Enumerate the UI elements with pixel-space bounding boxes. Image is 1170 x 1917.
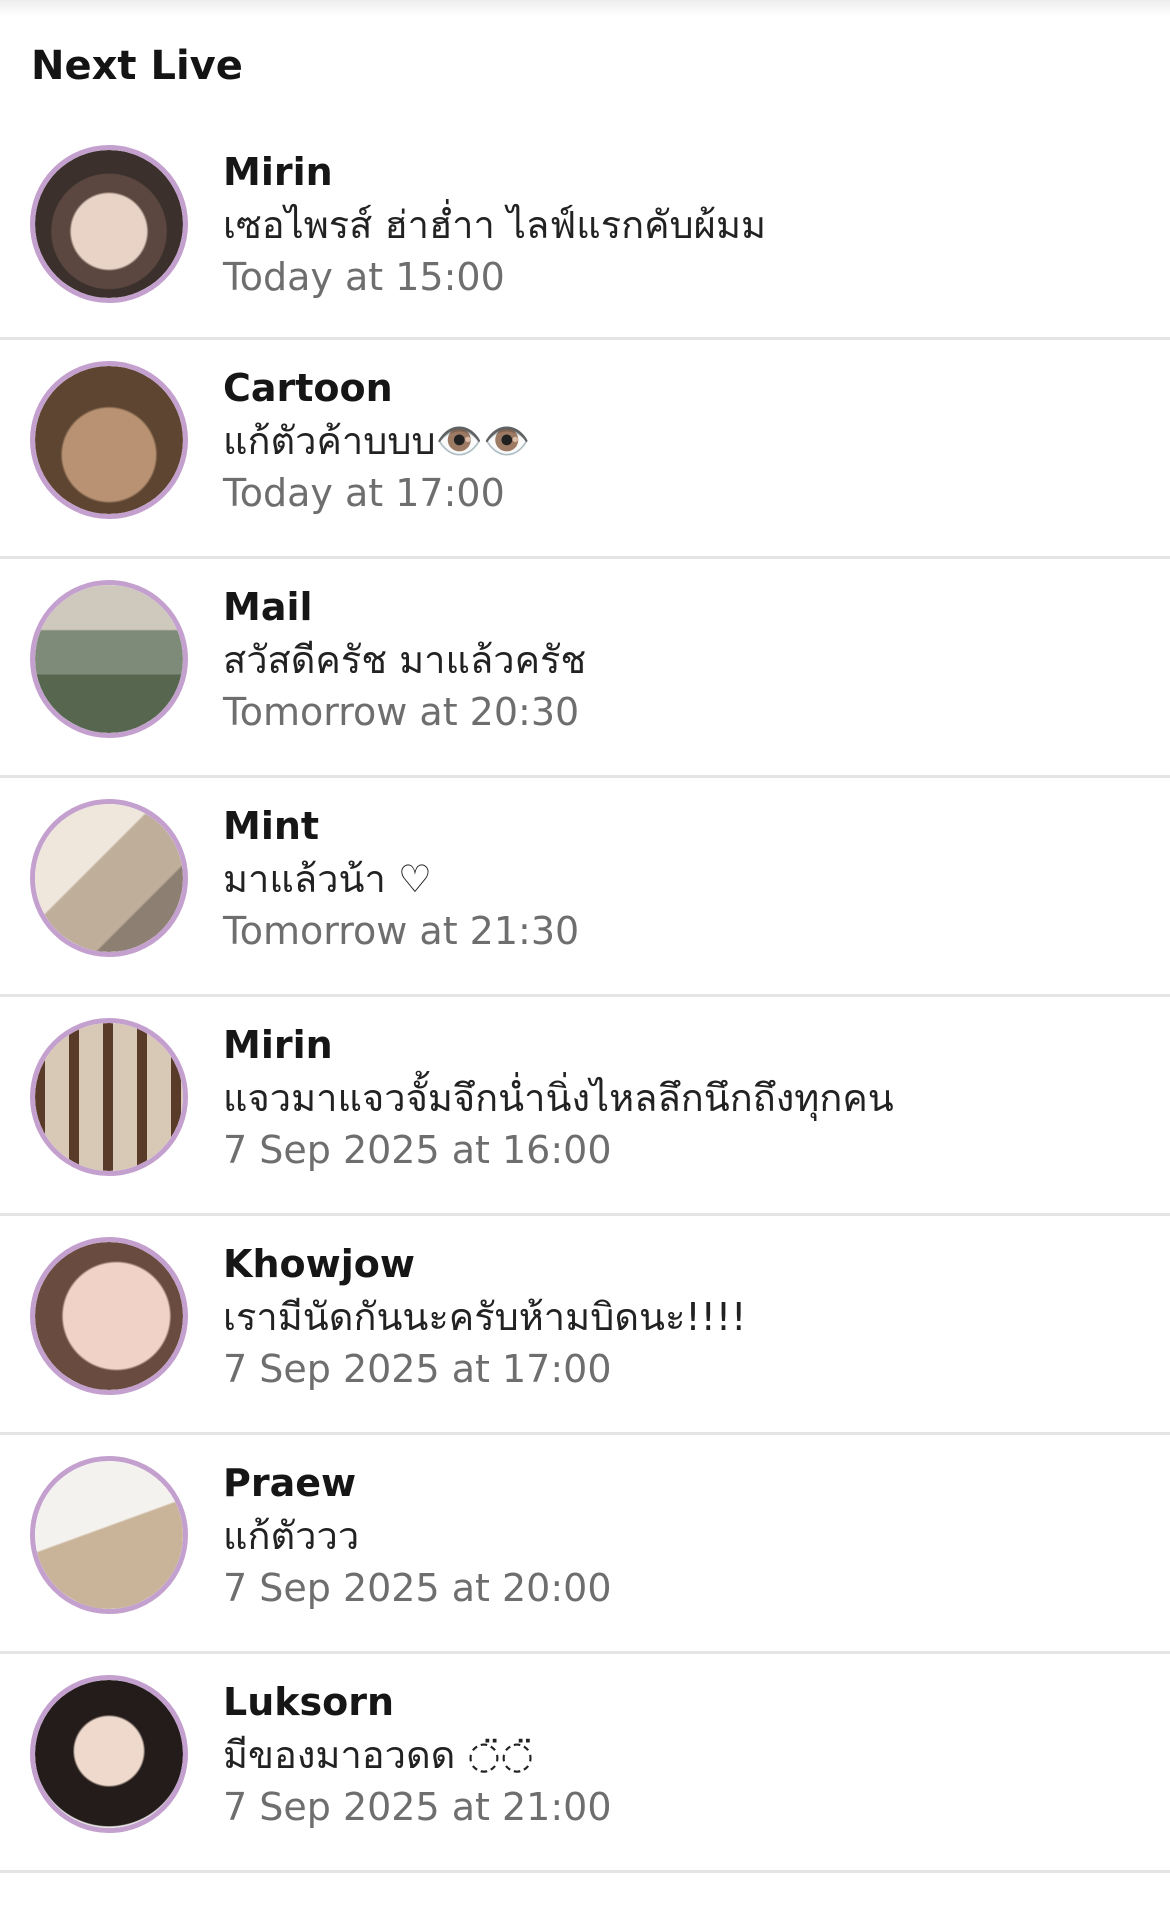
live-time: 7 Sep 2025 at 20:00 — [223, 1566, 612, 1610]
live-time: Today at 15:00 — [223, 255, 505, 299]
avatar-photo — [35, 585, 183, 733]
avatar[interactable] — [30, 1237, 188, 1395]
streamer-name: Mirin — [223, 1023, 333, 1067]
section-title: Next Live — [31, 43, 243, 89]
live-list-item[interactable]: Mail สวัสดีครัช มาแล้วครัช Tomorrow at 2… — [0, 559, 1170, 778]
live-list-item[interactable]: Luksorn มีของมาอวดด ◌̈◌̈ 7 Sep 2025 at 2… — [0, 1654, 1170, 1873]
streamer-name: Khowjow — [223, 1242, 415, 1286]
avatar[interactable] — [30, 799, 188, 957]
top-bar-shadow — [0, 0, 1170, 16]
avatar-photo — [35, 366, 183, 514]
avatar[interactable] — [30, 1018, 188, 1176]
live-time: Tomorrow at 21:30 — [223, 909, 580, 953]
streamer-name: Praew — [223, 1461, 357, 1505]
live-message: แก้ตัววว — [223, 1514, 360, 1558]
live-message: แก้ตัวค้าบบบ👁️👁️ — [223, 419, 531, 463]
avatar-photo — [35, 1461, 183, 1609]
live-message: แจวมาแจวจั้มจึกน่ำนิ่งไหลลึกนึกถึงทุกคน — [223, 1076, 894, 1120]
live-time: 7 Sep 2025 at 16:00 — [223, 1128, 612, 1172]
live-message: มีของมาอวดด ◌̈◌̈ — [223, 1733, 534, 1777]
live-list-item[interactable]: Praew แก้ตัววว 7 Sep 2025 at 20:00 — [0, 1435, 1170, 1654]
avatar-photo — [35, 1680, 183, 1828]
live-list-item[interactable]: Mirin เซอไพรส์ ฮ่าฮ่ำา ไลฟ์แรกคับผ้มม To… — [0, 124, 1170, 340]
avatar-photo — [35, 804, 183, 952]
live-list-item[interactable]: Mirin แจวมาแจวจั้มจึกน่ำนิ่งไหลลึกนึกถึง… — [0, 997, 1170, 1216]
live-time: Today at 17:00 — [223, 471, 505, 515]
live-time: Tomorrow at 20:30 — [223, 690, 580, 734]
avatar-photo — [35, 1242, 183, 1390]
live-list-item[interactable]: Mint มาแล้วน้า ♡ Tomorrow at 21:30 — [0, 778, 1170, 997]
live-list-item[interactable]: Cartoon แก้ตัวค้าบบบ👁️👁️ Today at 17:00 — [0, 340, 1170, 559]
live-message: มาแล้วน้า ♡ — [223, 857, 432, 901]
streamer-name: Mint — [223, 804, 320, 848]
streamer-name: Cartoon — [223, 366, 393, 410]
next-live-list: Mirin เซอไพรส์ ฮ่าฮ่ำา ไลฟ์แรกคับผ้มม To… — [0, 124, 1170, 1873]
avatar[interactable] — [30, 580, 188, 738]
live-time: 7 Sep 2025 at 21:00 — [223, 1785, 612, 1829]
streamer-name: Luksorn — [223, 1680, 395, 1724]
avatar-photo — [35, 150, 183, 298]
live-list-item[interactable]: Khowjow เรามีนัดกันนะครับห้ามบิดนะ!!!! 7… — [0, 1216, 1170, 1435]
streamer-name: Mirin — [223, 150, 333, 194]
streamer-name: Mail — [223, 585, 313, 629]
live-time: 7 Sep 2025 at 17:00 — [223, 1347, 612, 1391]
avatar[interactable] — [30, 361, 188, 519]
avatar[interactable] — [30, 1456, 188, 1614]
avatar[interactable] — [30, 145, 188, 303]
avatar-photo — [35, 1023, 183, 1171]
live-message: เรามีนัดกันนะครับห้ามบิดนะ!!!! — [223, 1295, 747, 1339]
live-message: สวัสดีครัช มาแล้วครัช — [223, 638, 587, 682]
live-message: เซอไพรส์ ฮ่าฮ่ำา ไลฟ์แรกคับผ้มม — [223, 203, 767, 247]
avatar[interactable] — [30, 1675, 188, 1833]
